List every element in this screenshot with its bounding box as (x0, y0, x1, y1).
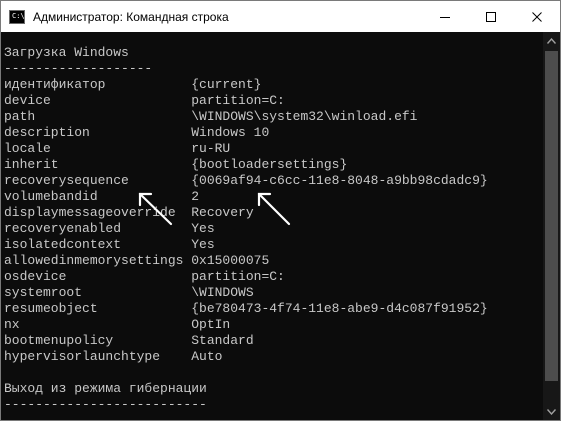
window-title: Администратор: Командная строка (33, 9, 229, 24)
maximize-icon (486, 11, 496, 22)
scrollbar-thumb[interactable] (545, 51, 558, 381)
console-line: description Windows 10 (4, 125, 270, 140)
console-line: bootmenupolicy Standard (4, 333, 254, 348)
console-app-icon-label: C:\ (12, 11, 25, 20)
minimize-button[interactable] (422, 1, 468, 32)
maximize-button[interactable] (468, 1, 514, 32)
console-line: inherit {bootloadersettings} (4, 157, 348, 172)
console-output[interactable]: Загрузка Windows ------------------- идент… (1, 32, 543, 420)
scroll-up-button[interactable] (543, 32, 560, 49)
console-line-recoverysequence: recoverysequence {0069af94-c6cc-11e8-804… (4, 173, 488, 188)
console-line: systemroot \WINDOWS (4, 285, 254, 300)
close-icon (532, 11, 542, 22)
console-line: volumebandid 2 (4, 189, 200, 204)
console-line: resumeobject {be780473-4f74-11e8-abe9-d4… (4, 301, 488, 316)
console-line: ------------------- (4, 61, 153, 76)
console-text: Загрузка Windows ------------------- идент… (1, 32, 543, 413)
close-button[interactable] (514, 1, 560, 32)
console-line: device partition=C: (4, 93, 285, 108)
scroll-down-button[interactable] (543, 403, 560, 420)
console-line: recoveryenabled Yes (4, 221, 215, 236)
console-line: Загрузка Windows (4, 45, 129, 60)
console-line: nx OptIn (4, 317, 231, 332)
console-line: -------------------------- (4, 397, 207, 412)
console-line: path \WINDOWS\system32\winload.efi (4, 109, 418, 124)
console-line: hypervisorlaunchtype Auto (4, 349, 223, 364)
title-bar[interactable]: C:\ Администратор: Командная строка (1, 1, 560, 32)
command-prompt-window: C:\ Администратор: Командная строка Загр… (0, 0, 561, 421)
console-app-icon[interactable]: C:\ (9, 9, 25, 24)
console-line: Выход из режима гибернации (4, 381, 207, 396)
console-line: allowedinmemorysettings 0x15000075 (4, 253, 270, 268)
chevron-down-icon (547, 408, 556, 415)
chevron-up-icon (547, 37, 556, 44)
minimize-icon (440, 16, 450, 18)
console-line: locale ru-RU (4, 141, 231, 156)
console-line: isolatedcontext Yes (4, 237, 215, 252)
console-line: osdevice partition=C: (4, 269, 285, 284)
console-line: displaymessageoverride Recovery (4, 205, 254, 220)
vertical-scrollbar[interactable] (543, 32, 560, 420)
console-line: идентификатор {current} (4, 77, 262, 92)
